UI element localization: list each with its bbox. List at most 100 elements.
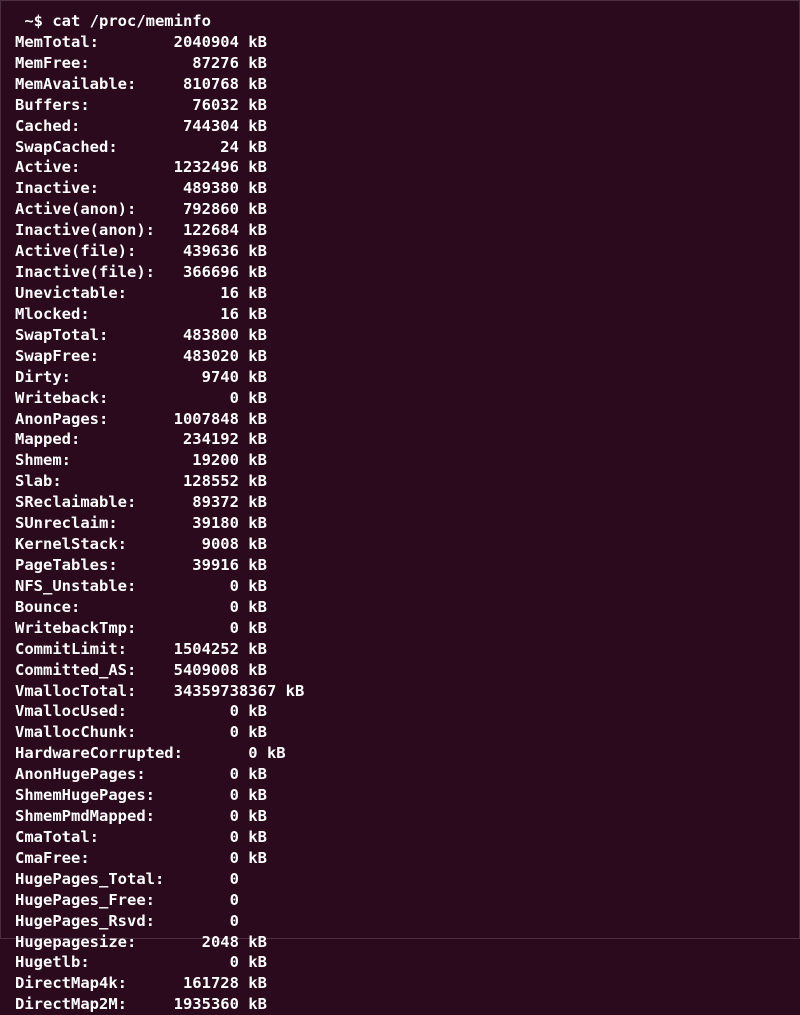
meminfo-unit: kB [239,430,267,448]
meminfo-row-HugePages_Total: HugePages_Total: 0 [15,869,785,890]
meminfo-unit: kB [239,158,267,176]
meminfo-value: 2040904 [164,33,239,51]
meminfo-row-MemFree: MemFree: 87276 kB [15,53,785,74]
meminfo-value: 792860 [164,200,239,218]
meminfo-row-Shmem: Shmem: 19200 kB [15,450,785,471]
meminfo-unit: kB [239,263,267,281]
meminfo-row-InactiveAnon: Inactive(anon): 122684 kB [15,220,785,241]
meminfo-value: 2048 [164,933,239,951]
meminfo-label: Shmem: [15,451,164,469]
meminfo-value: 234192 [164,430,239,448]
meminfo-value: 87276 [164,54,239,72]
meminfo-value: 0 [164,619,239,637]
meminfo-value: 24 [164,138,239,156]
meminfo-unit: kB [239,807,267,825]
shell-command: cat /proc/meminfo [52,12,211,30]
meminfo-row-PageTables: PageTables: 39916 kB [15,555,785,576]
meminfo-row-WritebackTmp: WritebackTmp: 0 kB [15,618,785,639]
meminfo-row-NFS_Unstable: NFS_Unstable: 0 kB [15,576,785,597]
meminfo-unit: kB [239,619,267,637]
meminfo-unit: kB [239,221,267,239]
meminfo-unit: kB [239,284,267,302]
meminfo-value: 5409008 [164,661,239,679]
meminfo-value: 1935360 [164,995,239,1013]
meminfo-unit: kB [239,242,267,260]
meminfo-unit: kB [239,451,267,469]
meminfo-label: Buffers: [15,96,164,114]
meminfo-label: MemFree: [15,54,164,72]
meminfo-label: NFS_Unstable: [15,577,164,595]
meminfo-unit: kB [239,933,267,951]
meminfo-row-DirectMap2M: DirectMap2M: 1935360 kB [15,994,785,1015]
meminfo-label: DirectMap2M: [15,995,164,1013]
meminfo-label: HugePages_Rsvd: [15,912,164,930]
meminfo-unit: kB [239,326,267,344]
meminfo-row-InactiveFile: Inactive(file): 366696 kB [15,262,785,283]
meminfo-unit: kB [239,661,267,679]
meminfo-unit: kB [239,640,267,658]
meminfo-row-Buffers: Buffers: 76032 kB [15,95,785,116]
meminfo-value: 483020 [164,347,239,365]
meminfo-label: CmaTotal: [15,828,164,846]
meminfo-row-Dirty: Dirty: 9740 kB [15,367,785,388]
meminfo-row-Committed_AS: Committed_AS: 5409008 kB [15,660,785,681]
meminfo-row-HardwareCorrupted: HardwareCorrupted: 0 kB [15,743,785,764]
meminfo-label: Hugepagesize: [15,933,164,951]
meminfo-row-HugePages_Rsvd: HugePages_Rsvd: 0 [15,911,785,932]
meminfo-value: 0 [164,577,239,595]
meminfo-row-ActiveFile: Active(file): 439636 kB [15,241,785,262]
meminfo-label: SReclaimable: [15,493,164,511]
meminfo-unit: kB [239,200,267,218]
meminfo-value: 0 [164,870,239,888]
meminfo-unit: kB [239,556,267,574]
meminfo-value: 16 [164,305,239,323]
meminfo-label: Writeback: [15,389,164,407]
meminfo-unit: kB [239,765,267,783]
meminfo-value: 9008 [164,535,239,553]
meminfo-row-Bounce: Bounce: 0 kB [15,597,785,618]
meminfo-row-SwapCached: SwapCached: 24 kB [15,137,785,158]
meminfo-label: SwapTotal: [15,326,164,344]
meminfo-row-Writeback: Writeback: 0 kB [15,388,785,409]
meminfo-value: 366696 [164,263,239,281]
meminfo-value: 39180 [164,514,239,532]
meminfo-row-Slab: Slab: 128552 kB [15,471,785,492]
meminfo-value: 483800 [164,326,239,344]
meminfo-unit: kB [239,849,267,867]
meminfo-label: Dirty: [15,368,164,386]
meminfo-row-ShmemPmdMapped: ShmemPmdMapped: 0 kB [15,806,785,827]
meminfo-unit: kB [239,702,267,720]
meminfo-unit: kB [239,117,267,135]
meminfo-row-Hugetlb: Hugetlb: 0 kB [15,952,785,973]
meminfo-label: SUnreclaim: [15,514,164,532]
meminfo-unit: kB [239,472,267,490]
prompt-line[interactable]: ~$ cat /proc/meminfo [15,11,785,32]
meminfo-unit: kB [239,389,267,407]
meminfo-label: Hugetlb: [15,953,164,971]
meminfo-label: HugePages_Total: [15,870,164,888]
meminfo-label: CommitLimit: [15,640,164,658]
meminfo-label: Mlocked: [15,305,164,323]
meminfo-row-KernelStack: KernelStack: 9008 kB [15,534,785,555]
meminfo-value: 161728 [164,974,239,992]
meminfo-label: Cached: [15,117,164,135]
meminfo-unit: kB [239,305,267,323]
meminfo-label: ShmemPmdMapped: [15,807,164,825]
meminfo-unit: kB [239,493,267,511]
meminfo-label: Committed_AS: [15,661,164,679]
meminfo-label: Bounce: [15,598,164,616]
meminfo-label: MemAvailable: [15,75,164,93]
meminfo-unit: kB [239,410,267,428]
meminfo-row-SUnreclaim: SUnreclaim: 39180 kB [15,513,785,534]
meminfo-row-VmallocUsed: VmallocUsed: 0 kB [15,701,785,722]
meminfo-row-Mlocked: Mlocked: 16 kB [15,304,785,325]
meminfo-row-DirectMap4k: DirectMap4k: 161728 kB [15,973,785,994]
meminfo-value: 0 [183,744,258,762]
meminfo-row-CmaFree: CmaFree: 0 kB [15,848,785,869]
meminfo-label: DirectMap4k: [15,974,164,992]
meminfo-unit: kB [258,744,286,762]
meminfo-label: SwapCached: [15,138,164,156]
meminfo-row-Active: Active: 1232496 kB [15,157,785,178]
meminfo-unit: kB [239,723,267,741]
meminfo-unit: kB [239,514,267,532]
